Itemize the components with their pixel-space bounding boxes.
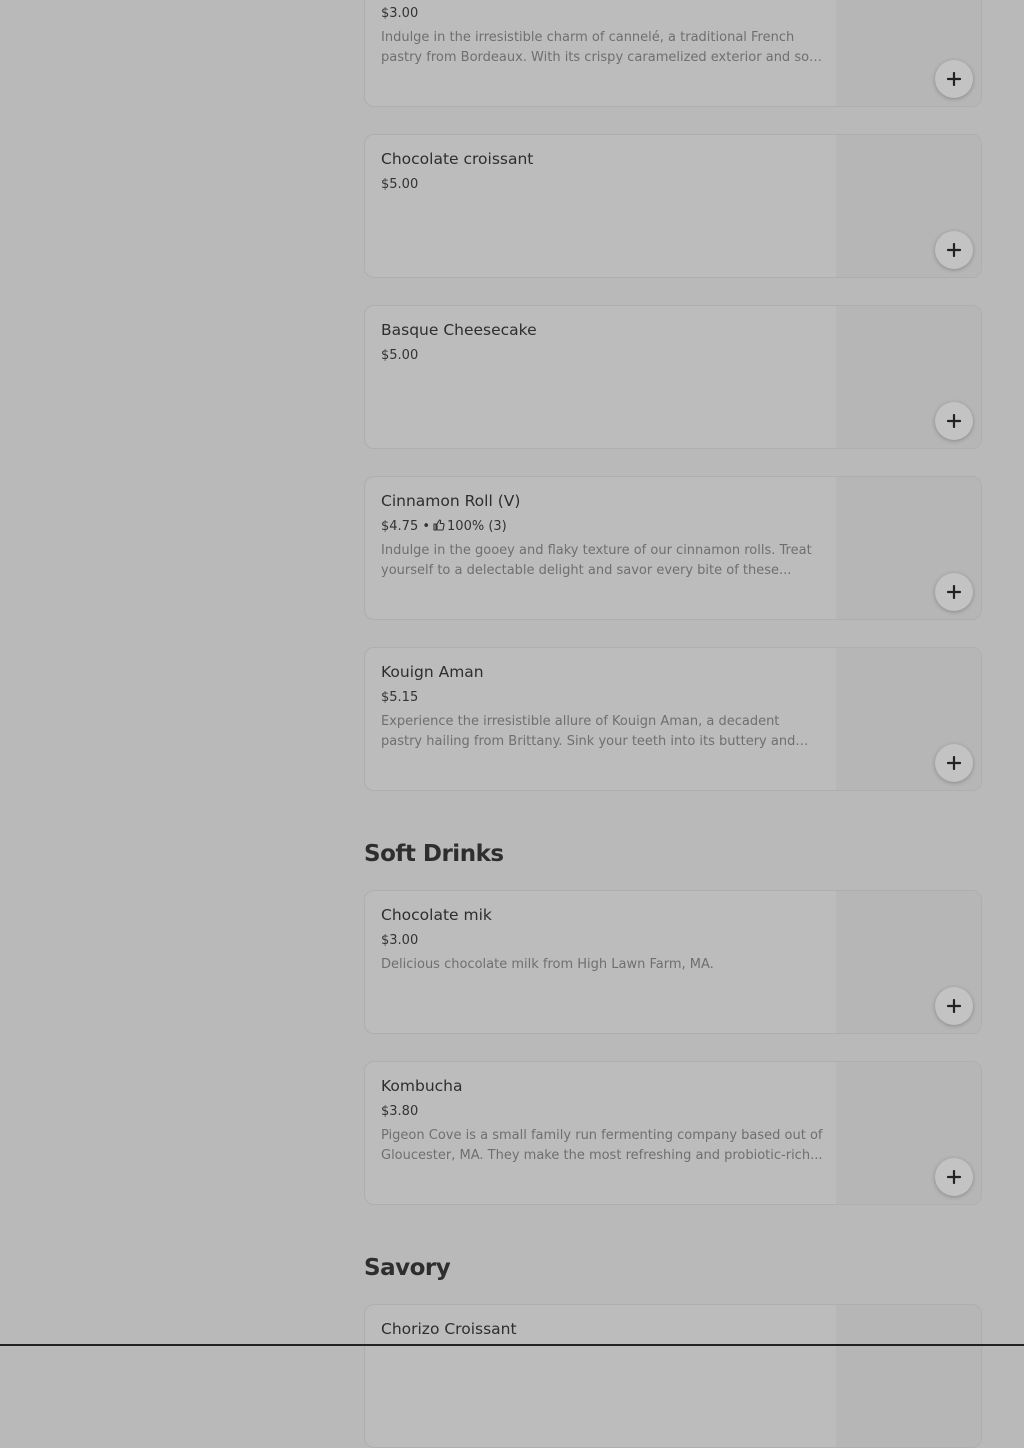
add-item-button[interactable]	[935, 402, 973, 440]
item-price: $3.80	[381, 1104, 419, 1119]
menu-item-card[interactable]: $3.00 Indulge in the irresistible charm …	[364, 0, 982, 107]
rating-percent: 100%	[447, 519, 485, 534]
item-price: $5.00	[381, 177, 419, 192]
menu-item-card[interactable]: Chorizo Croissant	[364, 1304, 982, 1448]
item-name: Basque Cheesecake	[381, 321, 537, 339]
item-price: $5.15	[381, 690, 419, 705]
item-name: Chocolate croissant	[381, 150, 534, 168]
add-item-button[interactable]	[935, 987, 973, 1025]
item-name: Kombucha	[381, 1077, 463, 1095]
item-description: Experience the irresistible allure of Ko…	[381, 714, 796, 749]
item-name: Cinnamon Roll (V)	[381, 492, 521, 510]
add-item-button[interactable]	[935, 60, 973, 98]
item-description: Indulge in the irresistible charm of can…	[381, 30, 823, 65]
item-description: Pigeon Cove is a small family run fermen…	[381, 1128, 823, 1163]
item-price: $5.00	[381, 348, 419, 363]
plus-icon	[947, 72, 961, 86]
item-price-rating: $4.75 • 100% (3)	[381, 519, 507, 534]
plus-icon	[947, 756, 961, 770]
menu-item-card[interactable]: Chocolate croissant $5.00	[364, 134, 982, 278]
item-name: Kouign Aman	[381, 663, 484, 681]
item-price: $3.00	[381, 6, 419, 21]
rating-count: (3)	[488, 519, 507, 534]
add-item-button[interactable]	[935, 231, 973, 269]
add-item-button[interactable]	[935, 573, 973, 611]
item-image	[836, 1305, 981, 1447]
thumbs-up-icon	[433, 519, 445, 531]
item-name: Chorizo Croissant	[381, 1320, 517, 1338]
section-title-soft-drinks: Soft Drinks	[364, 841, 504, 867]
item-price: $3.00	[381, 933, 419, 948]
separator: •	[422, 519, 431, 534]
menu-item-card[interactable]: Basque Cheesecake $5.00	[364, 305, 982, 449]
section-title-savory: Savory	[364, 1255, 451, 1281]
add-item-button[interactable]	[935, 1158, 973, 1196]
menu-item-card[interactable]: Chocolate mik $3.00 Delicious chocolate …	[364, 890, 982, 1034]
item-description: Delicious chocolate milk from High Lawn …	[381, 957, 714, 972]
plus-icon	[947, 585, 961, 599]
plus-icon	[947, 414, 961, 428]
menu-item-card[interactable]: Kouign Aman $5.15 Experience the irresis…	[364, 647, 982, 791]
plus-icon	[947, 243, 961, 257]
menu-item-card[interactable]: Kombucha $3.80 Pigeon Cove is a small fa…	[364, 1061, 982, 1205]
item-description: Indulge in the gooey and flaky texture o…	[381, 543, 812, 578]
menu-item-card[interactable]: Cinnamon Roll (V) $4.75 • 100% (3) Indulg…	[364, 476, 982, 620]
add-item-button[interactable]	[935, 744, 973, 782]
item-price: $4.75	[381, 519, 419, 534]
item-name: Chocolate mik	[381, 906, 492, 924]
plus-icon	[947, 1170, 961, 1184]
plus-icon	[947, 999, 961, 1013]
